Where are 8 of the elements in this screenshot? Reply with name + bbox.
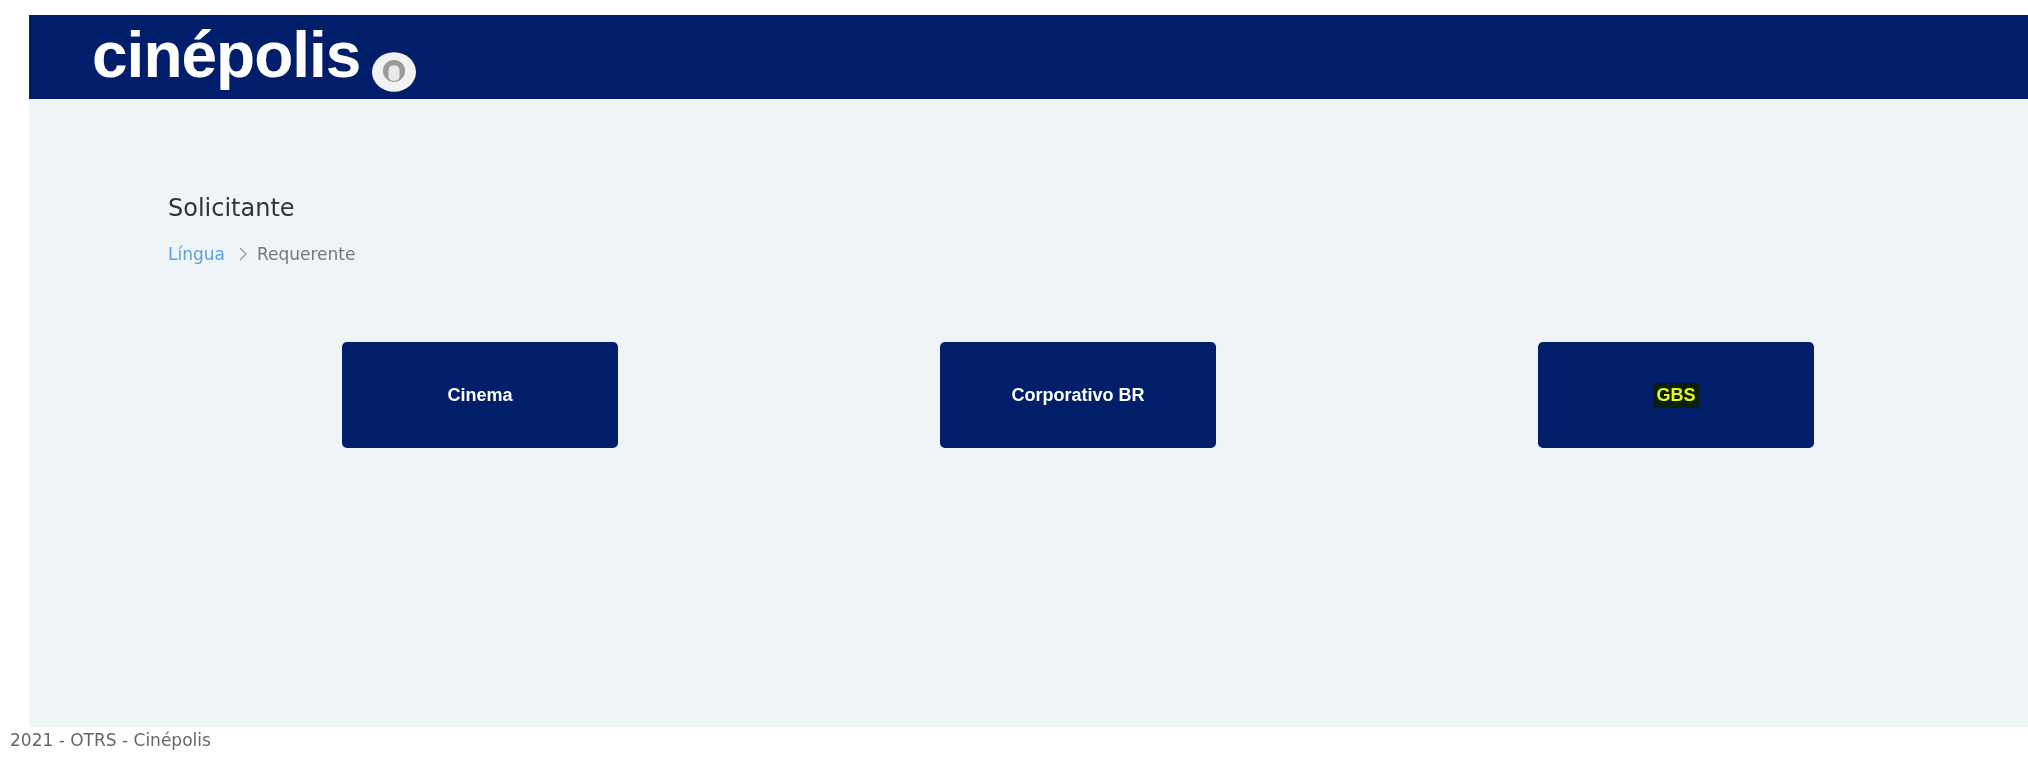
footer-text: 2021 - OTRS - Cinépolis	[9, 729, 212, 750]
option-button[interactable]: Cinema	[342, 342, 618, 448]
page-title: Solicitante	[168, 193, 296, 223]
chevron-icon	[238, 247, 247, 261]
option-button[interactable]: GBS	[1538, 342, 1814, 448]
breadcrumb-current: Requerente	[256, 243, 356, 265]
circle-emblem-icon	[372, 52, 417, 92]
option-button[interactable]: Corporativo BR	[940, 342, 1216, 448]
